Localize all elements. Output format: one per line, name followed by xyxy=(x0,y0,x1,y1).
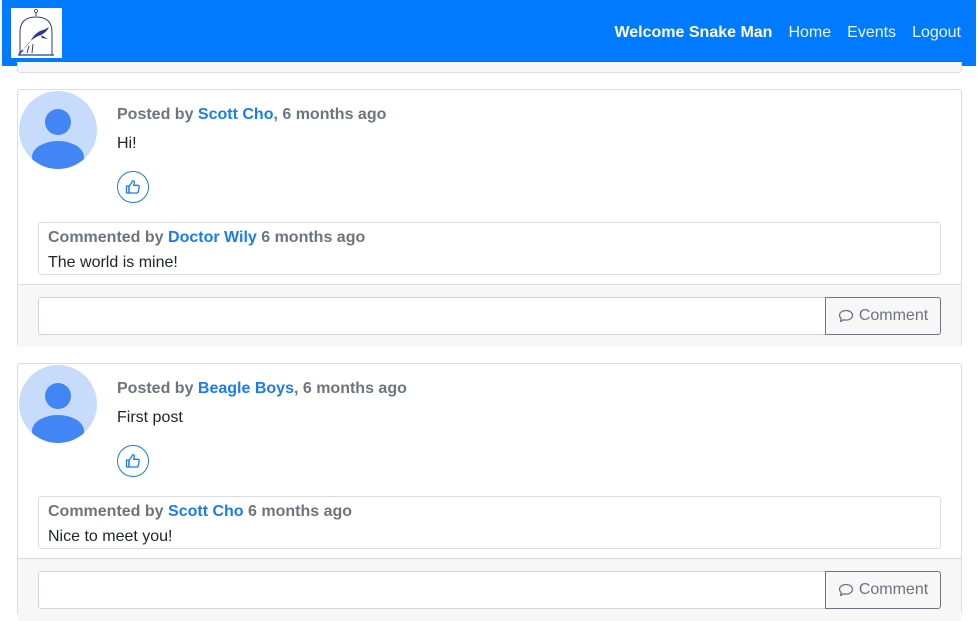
nav-menu: Welcome Snake Man Home Events Logout xyxy=(614,0,961,66)
post-time: , 6 months ago xyxy=(293,380,407,397)
like-button[interactable] xyxy=(117,445,149,477)
like-button[interactable] xyxy=(117,171,149,203)
previous-post-card-footer xyxy=(17,62,962,73)
comment-meta: Commented by Doctor Wily 6 months ago xyxy=(48,229,365,247)
comment-form: Comment xyxy=(18,558,961,621)
thumbs-up-icon xyxy=(125,180,140,194)
comment-meta: Commented by Scott Cho 6 months ago xyxy=(48,503,352,521)
speech-bubble-icon xyxy=(838,309,853,323)
post-author-link[interactable]: Scott Cho xyxy=(198,106,274,123)
brand-logo[interactable] xyxy=(11,8,62,58)
comment-author-link[interactable]: Doctor Wily xyxy=(168,229,257,246)
nav-link-home[interactable]: Home xyxy=(788,24,831,42)
comment-submit-button[interactable]: Comment xyxy=(825,297,941,335)
comment-author-link[interactable]: Scott Cho xyxy=(168,503,244,520)
post-meta: Posted by Scott Cho, 6 months ago xyxy=(117,106,386,124)
post-body: Hi! xyxy=(117,135,137,152)
comment-form: Comment xyxy=(18,284,961,347)
post-time: , 6 months ago xyxy=(273,106,387,123)
speech-bubble-icon xyxy=(838,583,853,597)
post-card: Posted by Beagle Boys, 6 months ago Firs… xyxy=(17,363,962,621)
nav-link-logout[interactable]: Logout xyxy=(912,24,961,42)
comment-button-label: Comment xyxy=(858,581,929,598)
comment-body: Nice to meet you! xyxy=(48,528,173,545)
comment-submit-button[interactable]: Comment xyxy=(825,571,941,609)
comment-input[interactable] xyxy=(38,297,826,335)
comment-input[interactable] xyxy=(38,571,826,609)
thumbs-up-icon xyxy=(125,454,140,468)
comment-time: 6 months ago xyxy=(261,229,366,246)
comment: Commented by Doctor Wily 6 months ago Th… xyxy=(38,222,941,275)
user-avatar-icon xyxy=(19,365,97,443)
nav-link-events[interactable]: Events xyxy=(847,24,896,42)
commented-by-label: Commented by xyxy=(48,503,164,520)
posted-by-label: Posted by xyxy=(117,380,194,397)
posted-by-label: Posted by xyxy=(117,106,194,123)
user-avatar-icon xyxy=(19,91,97,169)
top-navbar: Welcome Snake Man Home Events Logout xyxy=(2,0,976,66)
post-body: First post xyxy=(117,409,183,426)
comment-button-label: Comment xyxy=(858,307,929,324)
comment-time: 6 months ago xyxy=(248,503,353,520)
commented-by-label: Commented by xyxy=(48,229,164,246)
comment-body: The world is mine! xyxy=(48,254,178,271)
post-author-link[interactable]: Beagle Boys xyxy=(198,380,294,397)
comment: Commented by Scott Cho 6 months ago Nice… xyxy=(38,496,941,549)
post-card: Posted by Scott Cho, 6 months ago Hi! Co… xyxy=(17,89,962,347)
bird-in-cage-logo-icon xyxy=(18,9,54,56)
post-meta: Posted by Beagle Boys, 6 months ago xyxy=(117,380,407,398)
welcome-message: Welcome Snake Man xyxy=(614,24,773,41)
